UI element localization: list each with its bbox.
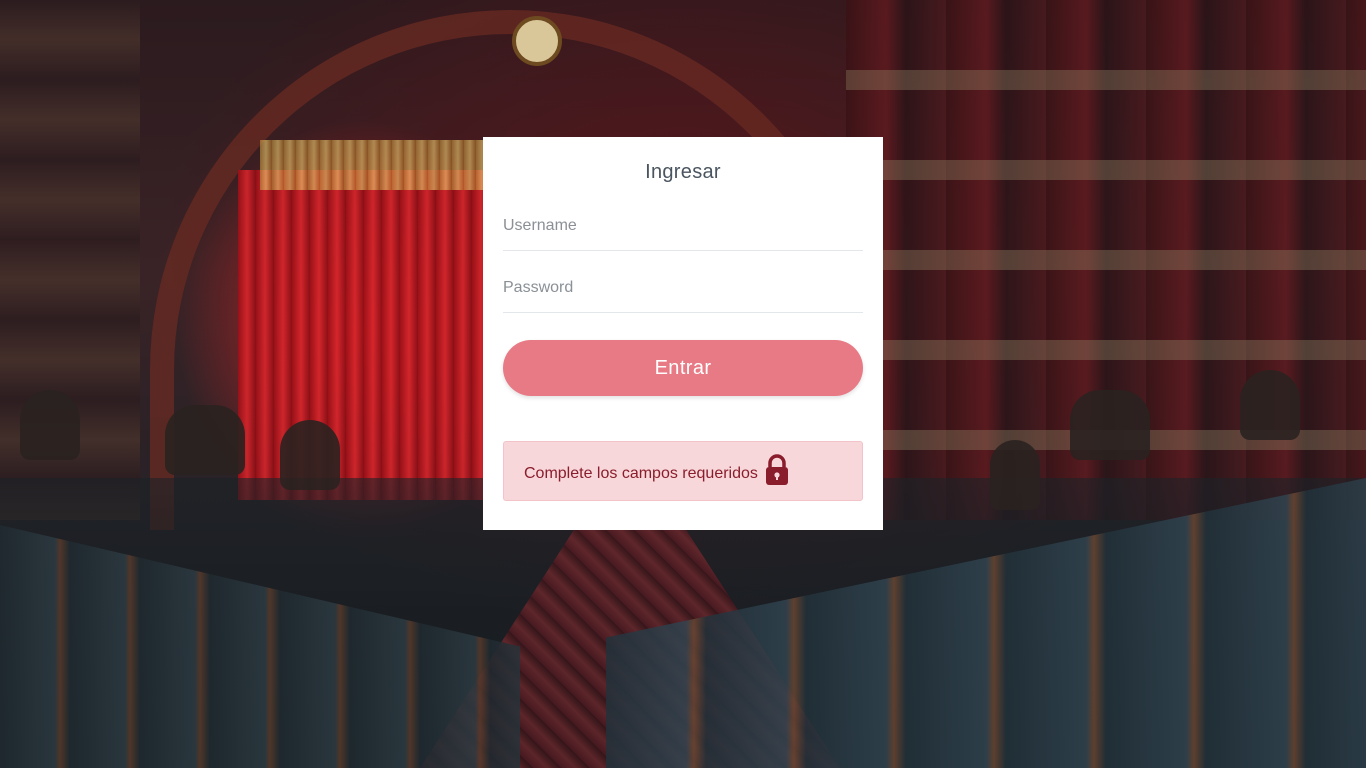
audience-figure <box>990 440 1040 510</box>
password-input[interactable] <box>503 269 863 305</box>
audience-figure <box>280 420 340 490</box>
username-field <box>503 207 863 251</box>
stage-curtain-decor <box>238 170 488 500</box>
curtain-valance-decor <box>260 140 500 190</box>
password-field <box>503 269 863 313</box>
login-title: Ingresar <box>645 161 721 183</box>
audience-figure <box>165 405 245 475</box>
validation-alert-message: Complete los campos requeridos <box>524 465 758 482</box>
audience-figure <box>20 390 80 460</box>
clock-decor <box>512 16 562 66</box>
username-input[interactable] <box>503 207 863 243</box>
login-submit-button[interactable]: Entrar <box>503 340 863 396</box>
audience-figure <box>1070 390 1150 460</box>
login-card: Ingresar Entrar Complete los campos requ… <box>483 137 883 530</box>
validation-alert: Complete los campos requeridos <box>503 441 863 501</box>
audience-figure <box>1240 370 1300 440</box>
lock-icon <box>762 453 792 487</box>
